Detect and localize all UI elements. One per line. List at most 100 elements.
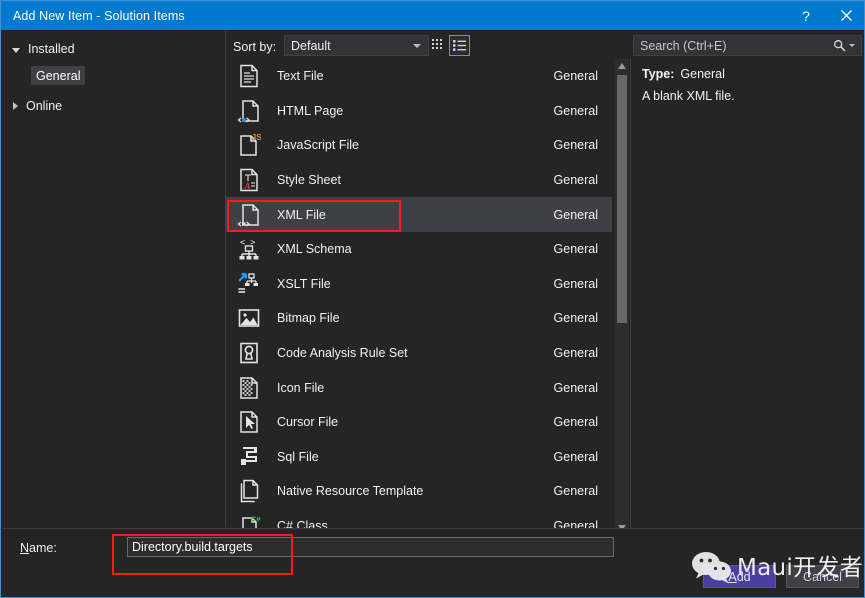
add-button-rest: dd: [736, 569, 751, 584]
javascript-file-icon: JS: [236, 132, 262, 158]
triangle-up-icon: [618, 63, 626, 69]
cursor-file-icon: [236, 409, 262, 435]
xml-schema-icon: < >: [236, 236, 262, 262]
sidebar-item-online-label: Online: [26, 99, 63, 113]
sort-by-value: Default: [291, 38, 331, 53]
list-item-label: Style Sheet: [277, 173, 341, 188]
window-title: Add New Item - Solution Items: [13, 8, 185, 23]
close-button[interactable]: [826, 1, 864, 30]
sidebar-item-online[interactable]: Online: [2, 95, 225, 117]
list-item[interactable]: < > XML Schema General: [226, 232, 612, 267]
triangle-down-icon: [12, 47, 20, 53]
title-bar: Add New Item - Solution Items ?: [1, 1, 864, 30]
list-item-category: General: [553, 449, 598, 464]
close-icon: [840, 10, 852, 21]
search-input[interactable]: Search (Ctrl+E): [633, 35, 862, 56]
templates-scrollbar[interactable]: [615, 59, 629, 535]
bitmap-file-icon: [236, 305, 262, 331]
list-item[interactable]: HTML Page General: [226, 94, 612, 129]
name-label-mnemonic: N: [20, 541, 30, 555]
list-item-label: JavaScript File: [277, 138, 359, 153]
list-item-label: Icon File: [277, 380, 325, 395]
sidebar-item-installed[interactable]: Installed: [2, 38, 225, 60]
details-type-line: Type: General: [642, 67, 854, 81]
list-item[interactable]: Icon File General: [226, 370, 612, 405]
view-list-button[interactable]: [449, 35, 470, 56]
xslt-file-icon: [236, 271, 262, 297]
list-item-category: General: [553, 380, 598, 395]
list-item-label: Bitmap File: [277, 311, 340, 326]
list-item-label: Code Analysis Rule Set: [277, 346, 408, 361]
add-button-mnemonic: A: [728, 569, 737, 584]
help-button[interactable]: ?: [786, 1, 826, 30]
list-item-label: Native Resource Template: [277, 484, 424, 499]
html-page-icon: [236, 98, 262, 124]
list-item-category: General: [553, 415, 598, 430]
list-item[interactable]: Sql File General: [226, 440, 612, 475]
list-item[interactable]: XSLT File General: [226, 267, 612, 302]
list-item-label: XML File: [277, 207, 326, 222]
list-item-label: Sql File: [277, 449, 319, 464]
details-description: A blank XML file.: [642, 89, 735, 103]
list-item-category: General: [553, 69, 598, 84]
scroll-up-button[interactable]: [615, 59, 629, 73]
sidebar-item-installed-label: Installed: [28, 42, 75, 56]
list-item-category: General: [553, 311, 598, 326]
list-item-category: General: [553, 103, 598, 118]
cancel-button[interactable]: Cancel: [786, 565, 859, 588]
list-item-category: General: [553, 207, 598, 222]
list-item-label: XML Schema: [277, 242, 352, 257]
list-item-label: Text File: [277, 69, 324, 84]
svg-text:A: A: [244, 181, 251, 191]
templates-list[interactable]: Text File General HTML Page General JS JavaSc…: [226, 59, 629, 535]
list-item-category: General: [553, 276, 598, 291]
scrollbar-thumb[interactable]: [617, 75, 627, 323]
list-item[interactable]: Code Analysis Rule Set General: [226, 336, 612, 371]
sidebar-item-general[interactable]: General: [31, 66, 86, 85]
details-type-value: General: [680, 67, 725, 81]
xml-file-icon: [236, 202, 262, 228]
list-item[interactable]: Bitmap File General: [226, 301, 612, 336]
categories-tree-panel: Installed General Online: [2, 30, 226, 527]
list-item[interactable]: A Style Sheet General: [226, 163, 612, 198]
svg-text:JS: JS: [252, 133, 262, 142]
list-item-category: General: [553, 242, 598, 257]
icon-file-icon: [236, 375, 262, 401]
list-item[interactable]: Cursor File General: [226, 405, 612, 440]
list-item-category: General: [553, 484, 598, 499]
details-type-key: Type:: [642, 67, 675, 81]
native-resource-icon: [236, 478, 262, 504]
svg-text:C#: C#: [251, 515, 261, 524]
list-item-label: XSLT File: [277, 276, 331, 291]
triangle-right-icon: [13, 102, 18, 110]
name-input[interactable]: Directory.build.targets: [127, 537, 614, 557]
text-file-icon: [236, 63, 262, 89]
sidebar-general-wrapper: General: [2, 60, 225, 85]
sort-by-dropdown[interactable]: Default: [284, 35, 429, 56]
list-item-label: HTML Page: [277, 103, 344, 118]
list-item[interactable]: XML File General: [226, 197, 612, 232]
sql-file-icon: [236, 444, 262, 470]
search-placeholder: Search (Ctrl+E): [640, 38, 727, 53]
list-item[interactable]: JS JavaScript File General: [226, 128, 612, 163]
chevron-down-icon: [413, 43, 421, 48]
add-new-item-dialog: Add New Item - Solution Items ? Installe…: [0, 0, 865, 598]
sort-by-label: Sort by:: [233, 40, 277, 54]
grid-view-icon: [432, 39, 442, 49]
style-sheet-icon: A: [236, 167, 262, 193]
name-input-value: Directory.build.targets: [132, 540, 253, 554]
view-tiles-button[interactable]: [428, 35, 449, 56]
list-view-icon: [453, 40, 466, 51]
list-item-category: General: [553, 346, 598, 361]
rule-set-icon: [236, 340, 262, 366]
sidebar-item-general-label: General: [36, 68, 81, 83]
list-item-category: General: [553, 138, 598, 153]
list-item[interactable]: Native Resource Template General: [226, 474, 612, 509]
chevron-down-icon[interactable]: [849, 44, 855, 47]
magnifier-icon: [833, 39, 846, 52]
templates-list-inner: Text File General HTML Page General JS JavaSc…: [226, 59, 612, 535]
add-button[interactable]: Add: [703, 565, 776, 588]
list-item[interactable]: Text File General: [226, 59, 612, 94]
details-panel: Type: General A blank XML file.: [630, 59, 864, 535]
list-item-label: Cursor File: [277, 415, 339, 430]
